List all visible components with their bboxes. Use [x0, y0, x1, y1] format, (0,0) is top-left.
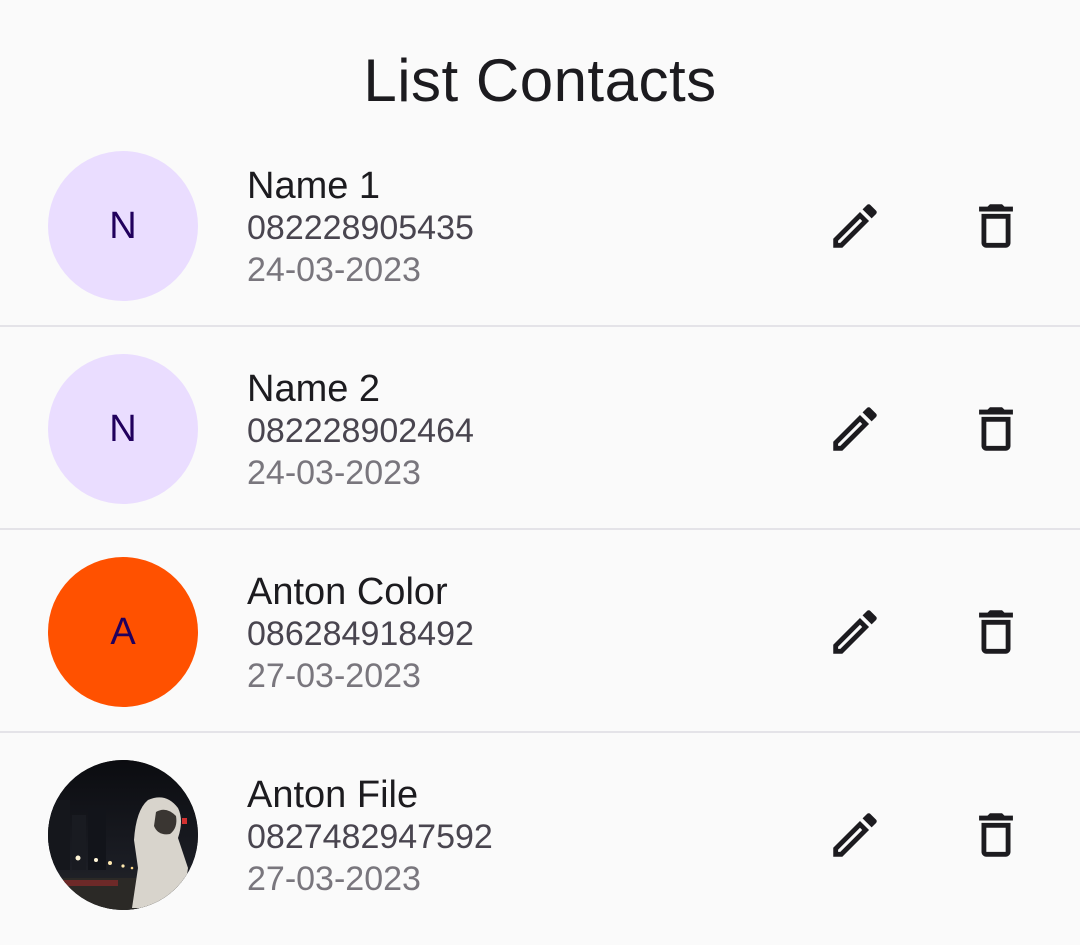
edit-button[interactable]: [817, 188, 893, 264]
delete-button[interactable]: [958, 594, 1034, 670]
pencil-icon: [833, 407, 877, 451]
delete-button[interactable]: [958, 188, 1034, 264]
contact-name: Name 2: [247, 368, 381, 410]
trash-icon: [979, 610, 1013, 654]
pencil-icon: [833, 204, 877, 248]
avatar: N: [48, 354, 198, 504]
contact-row[interactable]: N Name 1 082228905435 24-03-2023: [0, 124, 1080, 327]
contact-name: Name 1: [247, 165, 381, 207]
edit-button[interactable]: [817, 594, 893, 670]
contact-row[interactable]: N Name 2 082228902464 24-03-2023: [0, 327, 1080, 530]
contact-date: 27-03-2023: [247, 657, 421, 695]
pencil-icon: [833, 813, 877, 857]
contact-row[interactable]: A Anton Color 086284918492 27-03-2023: [0, 530, 1080, 733]
contact-phone: 0827482947592: [247, 818, 493, 856]
delete-button[interactable]: [958, 797, 1034, 873]
edit-button[interactable]: [817, 797, 893, 873]
contact-date: 27-03-2023: [247, 860, 421, 898]
pencil-icon: [833, 610, 877, 654]
contact-info: Name 2 082228902464 24-03-2023: [247, 367, 474, 494]
avatar: A: [48, 557, 198, 707]
contact-phone: 086284918492: [247, 615, 474, 653]
contact-date: 24-03-2023: [247, 454, 421, 492]
avatar-initial: N: [109, 407, 137, 450]
avatar-photo: [48, 760, 198, 910]
trash-icon: [979, 204, 1013, 248]
contact-name: Anton File: [247, 774, 419, 816]
trash-icon: [979, 407, 1013, 451]
avatar: N: [48, 151, 198, 301]
avatar-initial: N: [109, 204, 137, 247]
contact-list: N Name 1 082228905435 24-03-2023 N Name …: [0, 124, 1080, 936]
contact-info: Anton Color 086284918492 27-03-2023: [247, 570, 474, 697]
page-title: List Contacts: [363, 47, 717, 114]
contact-info: Name 1 082228905435 24-03-2023: [247, 164, 474, 291]
contact-name: Anton Color: [247, 571, 448, 613]
delete-button[interactable]: [958, 391, 1034, 467]
contact-row[interactable]: Anton File 0827482947592 27-03-2023: [0, 733, 1080, 936]
contact-phone: 082228905435: [247, 209, 474, 247]
trash-icon: [979, 813, 1013, 857]
contact-date: 24-03-2023: [247, 251, 421, 289]
avatar: [48, 760, 198, 910]
contact-phone: 082228902464: [247, 412, 474, 450]
contact-info: Anton File 0827482947592 27-03-2023: [247, 773, 493, 900]
edit-button[interactable]: [817, 391, 893, 467]
avatar-initial: A: [110, 610, 136, 653]
